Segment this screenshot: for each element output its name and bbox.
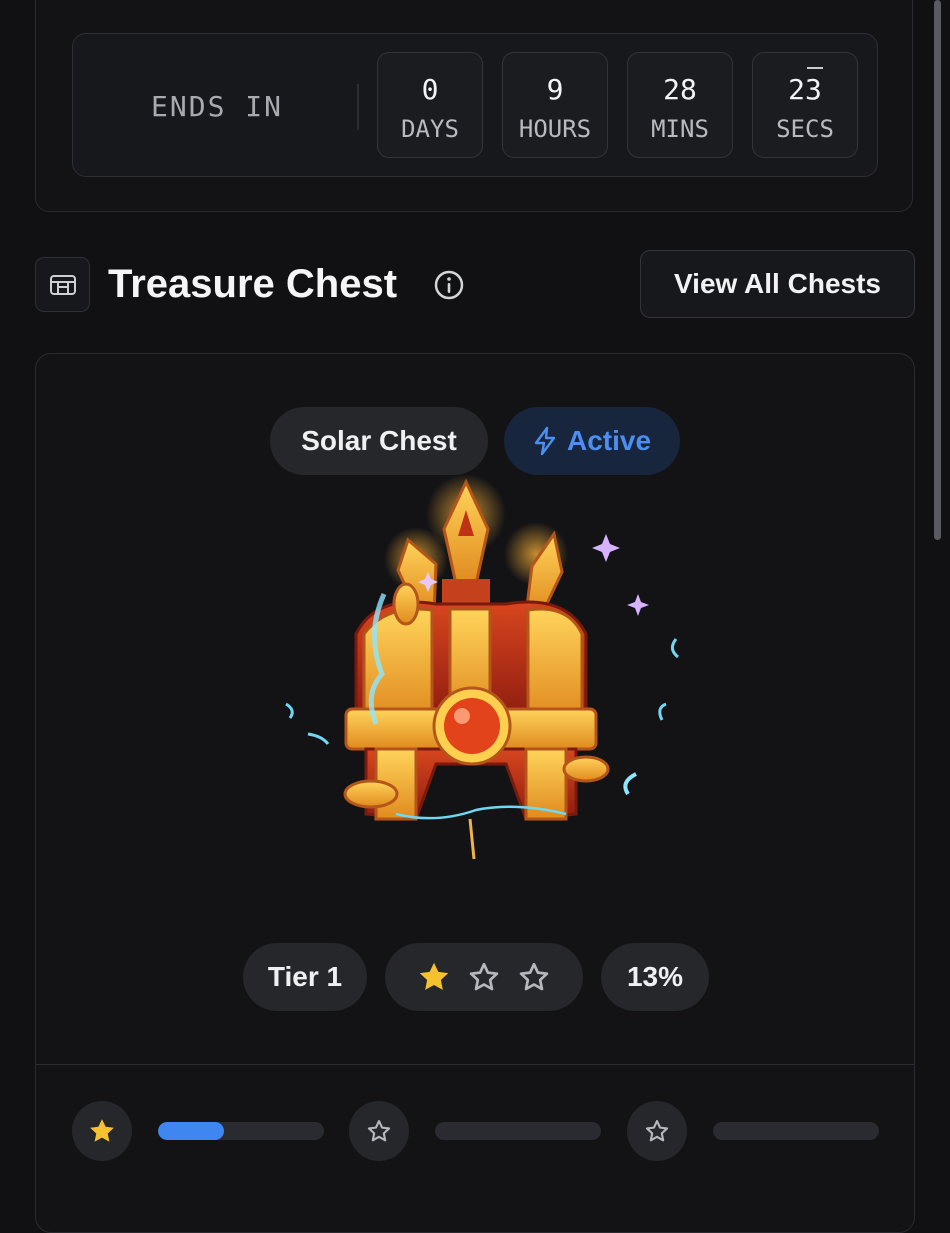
status-badge: Active — [504, 407, 680, 475]
view-all-chests-button[interactable]: View All Chests — [640, 250, 915, 318]
star-filled-icon — [419, 962, 449, 990]
star-outline-icon — [645, 1120, 669, 1142]
tier-3-progress-track — [713, 1122, 879, 1140]
chest-illustration — [285, 474, 679, 860]
days-label: DAYS — [401, 115, 459, 143]
stars-badge — [385, 943, 583, 1011]
progress-percent-badge: 13% — [601, 943, 709, 1011]
star-outline-icon — [367, 1120, 391, 1142]
lightning-icon — [534, 426, 556, 456]
star-filled-icon — [90, 1119, 114, 1142]
hours-label: HOURS — [518, 115, 592, 143]
secs-tick-mark — [807, 67, 823, 69]
tier-2-node — [349, 1101, 409, 1161]
countdown-secs: 23 SECS — [752, 52, 858, 158]
star-outline-icon — [469, 962, 499, 991]
countdown-hours: 9 HOURS — [502, 52, 608, 158]
countdown-panel: ENDS IN 0 DAYS 9 HOURS 28 MINS 23 SECS — [72, 33, 878, 177]
days-value: 0 — [421, 73, 439, 106]
chest-grid-icon — [35, 257, 90, 312]
hours-value: 9 — [546, 73, 564, 106]
mins-label: MINS — [651, 115, 709, 143]
divider — [36, 1064, 914, 1065]
chest-name-badge: Solar Chest — [270, 407, 488, 475]
tier-1-node — [72, 1101, 132, 1161]
tier-1-progress-track — [158, 1122, 324, 1140]
tier-badge: Tier 1 — [243, 943, 367, 1011]
countdown-card: ENDS IN 0 DAYS 9 HOURS 28 MINS 23 SECS — [35, 0, 913, 212]
secs-label: SECS — [776, 115, 834, 143]
mins-value: 28 — [663, 73, 697, 106]
countdown-days: 0 DAYS — [377, 52, 483, 158]
status-label: Active — [566, 425, 652, 456]
info-icon[interactable] — [433, 269, 465, 301]
countdown-mins: 28 MINS — [627, 52, 733, 158]
tier-1-progress-fill — [158, 1122, 225, 1140]
tier-3-node — [627, 1101, 687, 1161]
chest-card: Solar Chest Active Tier 1 13% — [35, 353, 915, 1233]
section-title: Treasure Chest — [108, 262, 398, 306]
tier-2-progress-track — [435, 1122, 601, 1140]
ends-in-label: ENDS IN — [151, 90, 284, 123]
secs-value: 23 — [788, 73, 822, 106]
scrollbar[interactable] — [934, 0, 941, 540]
star-outline-icon — [519, 962, 549, 991]
divider — [357, 84, 359, 130]
